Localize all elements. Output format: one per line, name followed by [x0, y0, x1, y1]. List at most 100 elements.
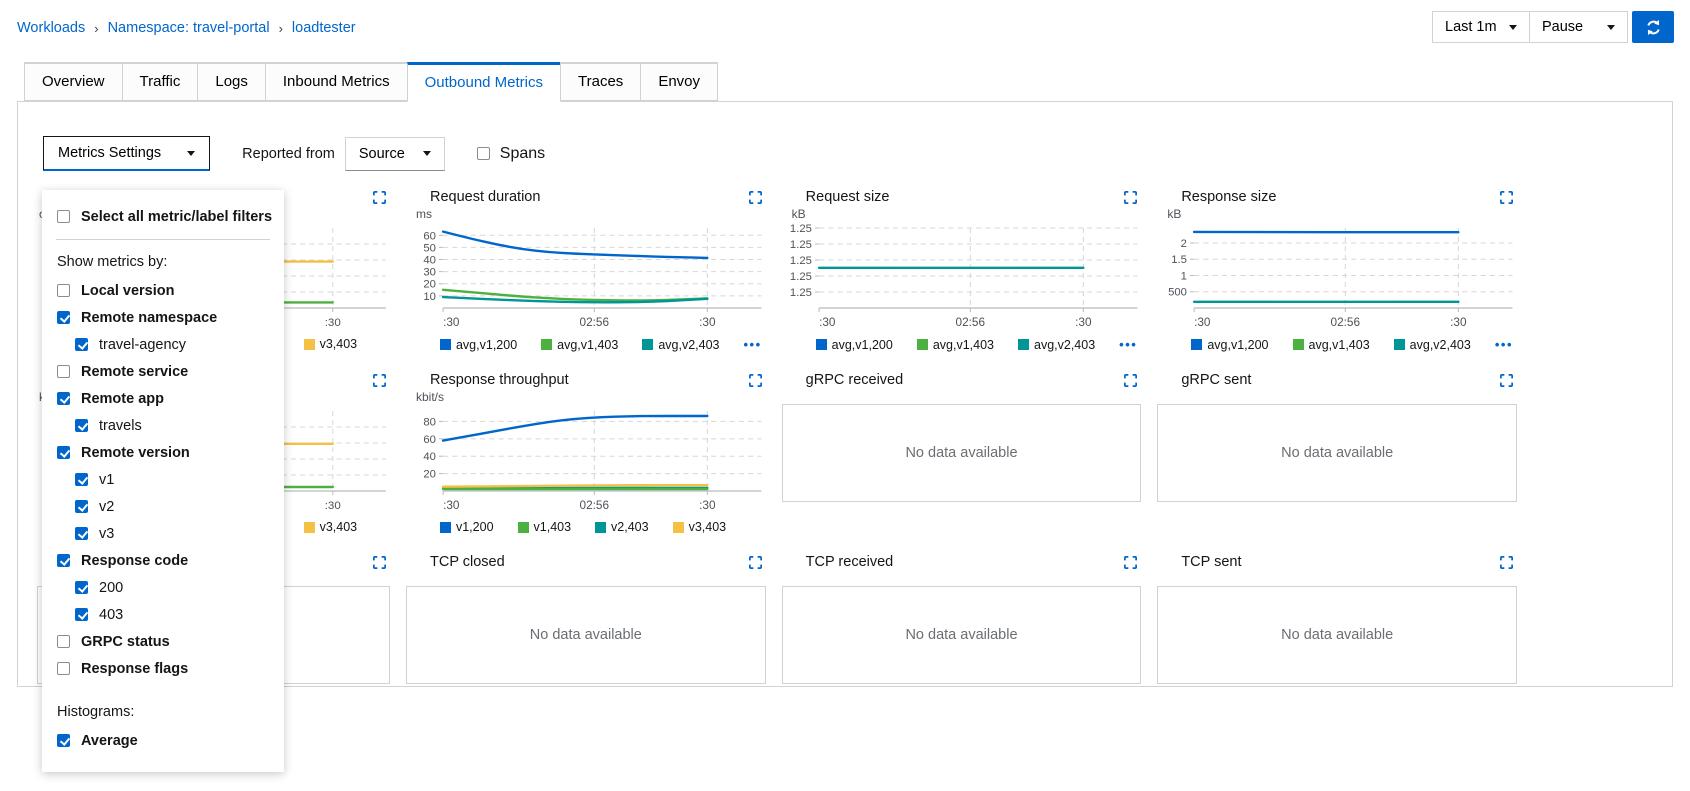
- legend-swatch: [518, 522, 529, 533]
- menu-item-v2[interactable]: v2: [42, 493, 284, 520]
- legend-item-v1-403[interactable]: v1,403: [518, 520, 572, 534]
- legend-item-avg-v1-403[interactable]: avg,v1,403: [1293, 338, 1370, 352]
- menu-item-label: Remote service: [81, 364, 188, 380]
- legend-item-v3-403[interactable]: v3,403: [673, 520, 727, 534]
- spans-checkbox[interactable]: [477, 147, 490, 160]
- expand-chart-icon[interactable]: [1500, 556, 1513, 569]
- expand-chart-icon[interactable]: [1500, 191, 1513, 204]
- svg-text:60: 60: [423, 230, 436, 242]
- expand-chart-icon[interactable]: [1124, 374, 1137, 387]
- checkbox-v2[interactable]: [75, 500, 88, 513]
- legend-item-avg-v1-200[interactable]: avg,v1,200: [816, 338, 893, 352]
- checkbox-remote-service[interactable]: [57, 365, 70, 378]
- expand-chart-icon[interactable]: [749, 556, 762, 569]
- tab-envoy[interactable]: Envoy: [640, 62, 718, 101]
- expand-chart-icon[interactable]: [373, 374, 386, 387]
- y-axis-unit-label: kB: [1167, 207, 1521, 222]
- legend-label: avg,v1,403: [557, 338, 618, 352]
- legend-item-avg-v1-403[interactable]: avg,v1,403: [917, 338, 994, 352]
- svg-text:10: 10: [423, 291, 436, 303]
- legend-item-v3-403[interactable]: v3,403: [304, 337, 358, 351]
- menu-item-v1[interactable]: v1: [42, 466, 284, 493]
- refresh-mode-dropdown[interactable]: Pause: [1530, 11, 1628, 43]
- menu-item-remote-version[interactable]: Remote version: [42, 439, 284, 466]
- expand-chart-icon[interactable]: [373, 556, 386, 569]
- more-options-icon[interactable]: •••: [744, 337, 762, 352]
- legend-label: v3,403: [689, 520, 727, 534]
- checkbox-grpc-status[interactable]: [57, 635, 70, 648]
- legend-item-avg-v2-403[interactable]: avg,v2,403: [642, 338, 719, 352]
- checkbox-remote-version[interactable]: [57, 446, 70, 459]
- tab-traffic[interactable]: Traffic: [122, 62, 199, 101]
- expand-chart-icon[interactable]: [1124, 191, 1137, 204]
- menu-item-remote-service[interactable]: Remote service: [42, 358, 284, 385]
- svg-text:02:56: 02:56: [580, 499, 610, 512]
- svg-text:02:56: 02:56: [580, 316, 610, 329]
- expand-chart-icon[interactable]: [1500, 374, 1513, 387]
- legend-swatch: [304, 522, 315, 533]
- breadcrumb-link-loadtester[interactable]: loadtester: [292, 20, 356, 36]
- menu-item-remote-namespace[interactable]: Remote namespace: [42, 304, 284, 331]
- checkbox-v3[interactable]: [75, 527, 88, 540]
- expand-chart-icon[interactable]: [749, 191, 762, 204]
- svg-text::30: :30: [1075, 316, 1092, 329]
- legend-item-avg-v1-403[interactable]: avg,v1,403: [541, 338, 618, 352]
- menu-item-average[interactable]: Average: [42, 727, 284, 754]
- expand-chart-icon[interactable]: [1124, 556, 1137, 569]
- menu-item-403[interactable]: 403: [42, 601, 284, 628]
- breadcrumb-link-workloads[interactable]: Workloads: [17, 20, 85, 36]
- tab-inbound-metrics[interactable]: Inbound Metrics: [265, 62, 408, 101]
- legend-item-v2-403[interactable]: v2,403: [595, 520, 649, 534]
- menu-item-response-code[interactable]: Response code: [42, 547, 284, 574]
- checkbox-v1[interactable]: [75, 473, 88, 486]
- legend-item-avg-v2-403[interactable]: avg,v2,403: [1394, 338, 1471, 352]
- legend-item-v3-403[interactable]: v3,403: [304, 520, 358, 534]
- menu-item-200[interactable]: 200: [42, 574, 284, 601]
- checkbox-remote-namespace[interactable]: [57, 311, 70, 324]
- breadcrumb-link-namespace-travel-portal[interactable]: Namespace: travel-portal: [108, 20, 270, 36]
- checkbox-average[interactable]: [57, 734, 70, 747]
- menu-item-v3[interactable]: v3: [42, 520, 284, 547]
- checkbox-response-flags[interactable]: [57, 662, 70, 675]
- menu-item-travels[interactable]: travels: [42, 412, 284, 439]
- tab-traces[interactable]: Traces: [560, 62, 641, 101]
- legend-item-avg-v1-200[interactable]: avg,v1,200: [440, 338, 517, 352]
- tab-outbound-metrics[interactable]: Outbound Metrics: [407, 62, 561, 102]
- checkbox-response-code[interactable]: [57, 554, 70, 567]
- more-options-icon[interactable]: •••: [1119, 337, 1137, 352]
- menu-item-travel-agency[interactable]: travel-agency: [42, 331, 284, 358]
- svg-text:20: 20: [423, 279, 436, 291]
- duration-dropdown[interactable]: Last 1m: [1432, 11, 1530, 43]
- tab-logs[interactable]: Logs: [197, 62, 266, 101]
- menu-item-grpc-status[interactable]: GRPC status: [42, 628, 284, 655]
- checkbox-remote-app[interactable]: [57, 392, 70, 405]
- expand-chart-icon[interactable]: [749, 374, 762, 387]
- checkbox-travel-agency[interactable]: [75, 338, 88, 351]
- svg-text:30: 30: [423, 267, 436, 279]
- legend-label: avg,v2,403: [1034, 338, 1095, 352]
- svg-text:02:56: 02:56: [955, 316, 985, 329]
- checkbox-200[interactable]: [75, 581, 88, 594]
- series-line-v3-403: [443, 485, 707, 487]
- chevron-down-icon: [1509, 25, 1517, 30]
- menu-item-response-flags[interactable]: Response flags: [42, 655, 284, 682]
- legend-item-v1-200[interactable]: v1,200: [440, 520, 494, 534]
- metrics-settings-dropdown[interactable]: Metrics Settings: [43, 136, 210, 171]
- more-options-icon[interactable]: •••: [1495, 337, 1513, 352]
- checkbox-403[interactable]: [75, 608, 88, 621]
- refresh-button[interactable]: [1632, 11, 1674, 43]
- menu-item-select-all-metric-label-filters[interactable]: Select all metric/label filters: [42, 203, 284, 230]
- tab-overview[interactable]: Overview: [24, 62, 123, 101]
- menu-item-local-version[interactable]: Local version: [42, 277, 284, 304]
- legend-item-avg-v1-200[interactable]: avg,v1,200: [1191, 338, 1268, 352]
- expand-chart-icon[interactable]: [373, 191, 386, 204]
- checkbox-select-all-metric-label-filters[interactable]: [57, 210, 70, 223]
- reported-from-dropdown[interactable]: Source: [345, 137, 445, 171]
- svg-text::30: :30: [699, 499, 716, 512]
- checkbox-local-version[interactable]: [57, 284, 70, 297]
- menu-item-remote-app[interactable]: Remote app: [42, 385, 284, 412]
- checkbox-travels[interactable]: [75, 419, 88, 432]
- reported-from-value: Source: [359, 146, 405, 162]
- metrics-settings-label: Metrics Settings: [58, 145, 161, 161]
- legend-item-avg-v2-403[interactable]: avg,v2,403: [1018, 338, 1095, 352]
